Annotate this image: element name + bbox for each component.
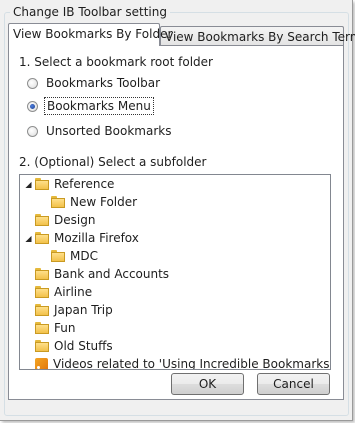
dialog-window: Change IB Toolbar setting View Bookmarks…	[0, 0, 355, 421]
tree-item-fun[interactable]: Fun	[35, 319, 75, 337]
tree-item-reference[interactable]: ◢ Reference	[24, 175, 114, 193]
radio-unsorted-bookmarks[interactable]: Unsorted Bookmarks	[27, 122, 173, 140]
tree-item-label: New Folder	[70, 195, 138, 209]
tree-item-label: Mozilla Firefox	[54, 231, 139, 245]
tab-view-by-search-terms[interactable]: View Bookmarks By Search Terms	[160, 26, 355, 47]
groupbox-title: Change IB Toolbar setting	[10, 5, 170, 19]
tree-item-bank-and-accounts[interactable]: Bank and Accounts	[35, 265, 169, 283]
radio-button[interactable]	[27, 125, 38, 137]
folder-icon	[35, 178, 49, 190]
tree-item-label: Japan Trip	[54, 303, 113, 317]
folder-icon	[35, 340, 49, 352]
tree-item-label: Airline	[54, 285, 93, 299]
expanded-triangle-icon[interactable]: ◢	[24, 234, 33, 243]
tree-item-airline[interactable]: Airline	[35, 283, 92, 301]
tree-item-videos-feed[interactable]: Videos related to 'Using Incredible Book…	[35, 355, 331, 370]
tree-item-mdc[interactable]: MDC	[51, 247, 98, 265]
folder-icon	[35, 214, 49, 226]
cancel-button[interactable]: Cancel	[257, 373, 330, 395]
folder-icon	[51, 196, 65, 208]
folder-icon	[35, 286, 49, 298]
radio-button[interactable]	[27, 100, 38, 112]
root-folder-label: 1. Select a bookmark root folder	[19, 55, 213, 69]
tree-item-label: Old Stuffs	[54, 339, 113, 353]
tree-item-old-stuffs[interactable]: Old Stuffs	[35, 337, 113, 355]
tree-item-label: Videos related to 'Using Incredible Book…	[53, 357, 331, 370]
radio-label: Bookmarks Toolbar	[46, 76, 161, 90]
tree-item-label: Reference	[54, 177, 115, 191]
radio-label: Bookmarks Menu	[44, 97, 154, 115]
tab-view-by-folder[interactable]: View Bookmarks By Folder	[8, 23, 172, 46]
folder-icon	[35, 322, 49, 334]
radio-button[interactable]	[27, 77, 38, 89]
tree-item-label: Design	[54, 213, 96, 227]
ok-button[interactable]: OK	[171, 373, 244, 395]
tree-item-mozilla-firefox[interactable]: ◢ Mozilla Firefox	[24, 229, 139, 247]
tree-item-label: Fun	[54, 321, 76, 335]
tree-item-label: MDC	[70, 249, 98, 263]
radio-label: Unsorted Bookmarks	[46, 124, 172, 138]
tree-item-design[interactable]: Design	[35, 211, 95, 229]
tree-item-new-folder[interactable]: New Folder	[51, 193, 137, 211]
rss-feed-icon	[35, 357, 48, 369]
radio-bookmarks-menu[interactable]: Bookmarks Menu	[27, 97, 154, 115]
expanded-triangle-icon[interactable]: ◢	[24, 180, 33, 189]
folder-icon	[51, 250, 65, 262]
folder-icon	[35, 268, 49, 280]
subfolder-label: 2. (Optional) Select a subfolder	[19, 155, 207, 169]
subfolder-tree[interactable]: ◢ Reference New Folder Design ◢ Mozilla …	[19, 174, 331, 370]
radio-bookmarks-toolbar[interactable]: Bookmarks Toolbar	[27, 74, 162, 92]
folder-icon	[35, 304, 49, 316]
folder-icon	[35, 232, 49, 244]
tab-panel: 1. Select a bookmark root folder Bookmar…	[8, 45, 344, 400]
tree-item-label: Bank and Accounts	[54, 267, 170, 281]
tree-item-japan-trip[interactable]: Japan Trip	[35, 301, 113, 319]
